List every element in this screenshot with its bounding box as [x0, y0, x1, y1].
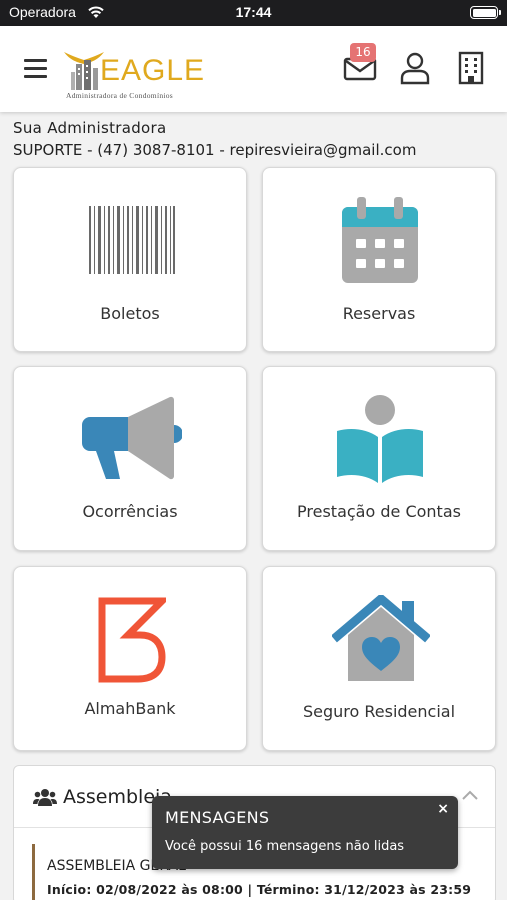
battery-icon — [470, 6, 501, 19]
app-header: EAGLE Administradora de Condomínios 16 — [0, 26, 507, 112]
assembly-dates: Início: 02/08/2022 às 08:00 | Término: 3… — [47, 882, 472, 897]
tile-seguro-residencial[interactable]: Seguro Residencial — [262, 566, 496, 751]
logo-wordmark: EAGLE — [100, 54, 206, 87]
menu-icon[interactable] — [24, 59, 47, 79]
tile-label-seguro-residencial: Seguro Residencial — [302, 702, 456, 721]
clock: 17:44 — [235, 4, 272, 20]
tile-label-boletos: Boletos — [100, 304, 160, 323]
tile-prestacao-de-contas[interactable]: Prestação de Contas — [262, 366, 496, 551]
tile-label-prestacao-de-contas: Prestação de Contas — [297, 502, 461, 521]
toast-title: MENSAGENS — [165, 808, 270, 827]
logo-tagline: Administradora de Condomínios — [66, 91, 174, 100]
tile-boletos[interactable]: Boletos — [13, 167, 247, 352]
tile-label-ocorrencias: Ocorrências — [82, 502, 178, 521]
eagle-logo: EAGLE Administradora de Condomínios — [62, 46, 212, 102]
almahbank-logo-icon — [98, 597, 166, 683]
admin-contact: SUPORTE - (47) 3087-8101 - repiresvieira… — [13, 141, 417, 159]
calendar-icon — [342, 197, 418, 283]
home-heart-icon — [332, 595, 430, 681]
book-reader-icon — [337, 395, 423, 483]
admin-title: Sua Administradora — [13, 119, 167, 137]
tile-ocorrencias[interactable]: Ocorrências — [13, 366, 247, 551]
users-icon — [33, 789, 57, 806]
tile-label-almahbank: AlmahBank — [84, 699, 176, 718]
tile-almahbank[interactable]: AlmahBank — [13, 566, 247, 751]
toast-message: Você possui 16 mensagens não lidas — [165, 839, 405, 854]
tile-reservas[interactable]: Reservas — [262, 167, 496, 352]
unread-badge: 16 — [350, 43, 376, 62]
tile-label-reservas: Reservas — [342, 304, 416, 323]
chevron-up-icon[interactable] — [461, 789, 479, 801]
user-icon[interactable] — [397, 50, 433, 86]
status-bar: Operadora 17:44 — [0, 0, 507, 26]
messages-toast[interactable]: MENSAGENS × Você possui 16 mensagens não… — [152, 796, 458, 869]
close-icon[interactable]: × — [437, 801, 449, 817]
barcode-icon — [89, 206, 175, 274]
building-icon[interactable] — [453, 50, 489, 86]
megaphone-icon — [82, 396, 182, 480]
